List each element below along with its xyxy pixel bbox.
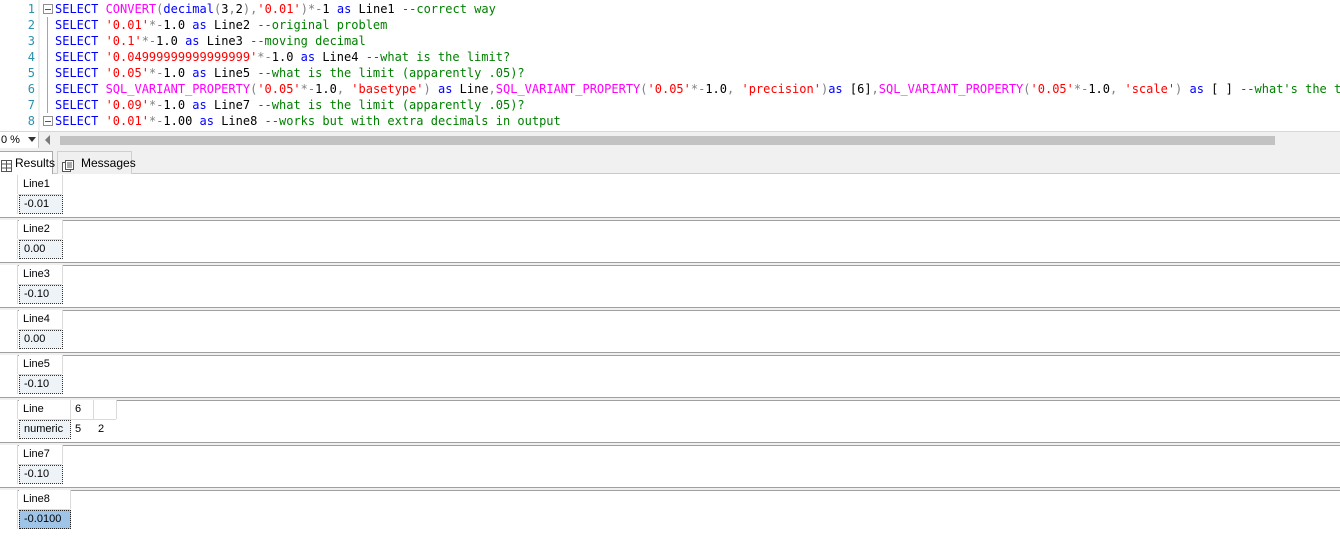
column-header[interactable]: Line5 [19,355,63,374]
code-line[interactable]: 2 SELECT '0.01'*-1.0 as Line2 --original … [0,17,1340,33]
result-grid[interactable]: Line3 -0.10 [0,265,1340,310]
grid-corner [0,220,18,239]
code-text: SELECT '0.09'*-1.0 as Line7 --what is th… [55,98,525,112]
table-cell[interactable]: numeric [19,420,71,439]
results-tab-strip: Results Messages [0,148,1340,174]
horizontal-scrollbar-thumb[interactable] [60,136,1275,145]
column-header[interactable]: Line8 [19,490,71,509]
column-header[interactable] [94,400,117,419]
grid-icon [1,157,12,172]
code-text: SELECT '0.1'*-1.0 as Line3 --moving deci… [55,34,366,48]
table-cell[interactable]: 5 [71,420,94,439]
tab-messages[interactable]: Messages [57,151,136,174]
fold-guide [47,49,48,65]
row-header[interactable] [0,465,18,484]
chevron-down-icon[interactable] [28,137,36,142]
scroll-left-icon[interactable] [45,135,50,145]
code-line[interactable]: 4 SELECT '0.04999999999999999'*-1.0 as Li… [0,49,1340,65]
code-line[interactable]: 7 SELECT '0.09'*-1.0 as Line7 --what is t… [0,97,1340,113]
row-header[interactable] [0,285,18,304]
grid-corner [0,310,18,329]
code-line[interactable]: 6 SELECT SQL_VARIANT_PROPERTY('0.05'*-1.0… [0,81,1340,97]
tab-messages-label: Messages [81,156,136,170]
fold-guide [47,81,48,97]
table-cell[interactable]: -0.01 [19,195,63,214]
result-grid[interactable]: Line4 0.00 [0,310,1340,355]
result-grid[interactable]: Line8 -0.0100 [0,490,1340,535]
grid-corner [0,355,18,374]
zoom-level: 0 % [1,134,20,146]
grid-rule [18,419,116,420]
result-grid[interactable]: Line7 -0.10 [0,445,1340,490]
column-header[interactable]: Line3 [19,265,63,284]
column-header[interactable]: Line7 [19,445,63,464]
fold-guide [47,65,48,81]
result-grid[interactable]: Line1 -0.01 [0,175,1340,220]
query-editor[interactable]: 1 SELECT CONVERT(decimal(3,2),'0.01')*-1 … [0,0,1340,131]
row-header[interactable] [0,240,18,259]
grid-rule [18,284,62,285]
result-grid[interactable]: Line numeric 6 5 2 [0,400,1340,445]
grid-rule [18,509,70,510]
table-cell[interactable]: -0.10 [19,285,63,304]
table-cell[interactable]: 2 [94,420,117,439]
row-header[interactable] [0,510,18,529]
code-line[interactable]: 1 SELECT CONVERT(decimal(3,2),'0.01')*-1 … [0,1,1340,17]
table-cell[interactable]: -0.10 [19,375,63,394]
result-grid[interactable]: Line2 0.00 [0,220,1340,265]
tab-results[interactable]: Results [0,151,56,174]
table-cell[interactable]: 0.00 [19,330,63,349]
results-pane: Line1 -0.01 Line2 0.00 Line3 -0.10 Line4 0.00 Li… [0,174,1340,545]
grid-rule [18,194,62,195]
code-line[interactable]: 8 SELECT '0.01'*-1.00 as Line8 --works bu… [0,113,1340,129]
grid-corner [0,265,18,284]
grid-corner [0,490,18,509]
line-number: 2 [27,18,35,32]
code-text: SELECT '0.01'*-1.0 as Line2 --original p… [55,18,388,32]
code-line[interactable]: 3 SELECT '0.1'*-1.0 as Line3 --moving dec… [0,33,1340,49]
collapse-icon[interactable] [43,4,53,14]
column-header[interactable]: 6 [71,400,94,419]
code-text: SELECT '0.01'*-1.00 as Line8 --works but… [55,114,561,128]
messages-icon [62,157,74,172]
line-number: 7 [27,98,35,112]
table-cell[interactable]: -0.10 [19,465,63,484]
grid-rule [18,464,62,465]
grid-corner [0,445,18,464]
row-header[interactable] [0,330,18,349]
row-header[interactable] [0,375,18,394]
line-number: 1 [27,2,35,16]
table-cell[interactable]: 0.00 [19,240,63,259]
code-line[interactable]: 5 SELECT '0.05'*-1.0 as Line5 --what is t… [0,65,1340,81]
collapse-icon[interactable] [43,116,53,126]
fold-guide [47,33,48,49]
grid-corner [0,400,18,419]
editor-status-bar: 0 % [0,131,1340,148]
fold-guide [47,17,48,33]
table-cell[interactable]: -0.0100 [19,510,71,529]
line-number: 6 [27,82,35,96]
line-number: 3 [27,34,35,48]
column-header[interactable]: Line2 [19,220,63,239]
line-number: 8 [27,114,35,128]
column-header[interactable]: Line [19,400,71,419]
code-text: SELECT CONVERT(decimal(3,2),'0.01')*-1 a… [55,2,496,16]
grid-rule [18,329,62,330]
code-text: SELECT '0.04999999999999999'*-1.0 as Lin… [55,50,511,64]
row-header[interactable] [0,195,18,214]
tab-results-label: Results [15,156,56,170]
fold-guide [47,97,48,113]
column-header[interactable]: Line4 [19,310,63,329]
row-header[interactable] [0,420,18,439]
result-grid[interactable]: Line5 -0.10 [0,355,1340,400]
grid-rule [18,239,62,240]
line-number: 5 [27,66,35,80]
column-header[interactable]: Line1 [19,175,63,194]
grid-rule [18,374,62,375]
zoom-dropdown[interactable]: 0 % [0,132,39,148]
code-text: SELECT SQL_VARIANT_PROPERTY('0.05'*-1.0,… [55,82,1340,96]
code-text: SELECT '0.05'*-1.0 as Line5 --what is th… [55,66,525,80]
line-number: 4 [27,50,35,64]
grid-corner [0,175,18,194]
